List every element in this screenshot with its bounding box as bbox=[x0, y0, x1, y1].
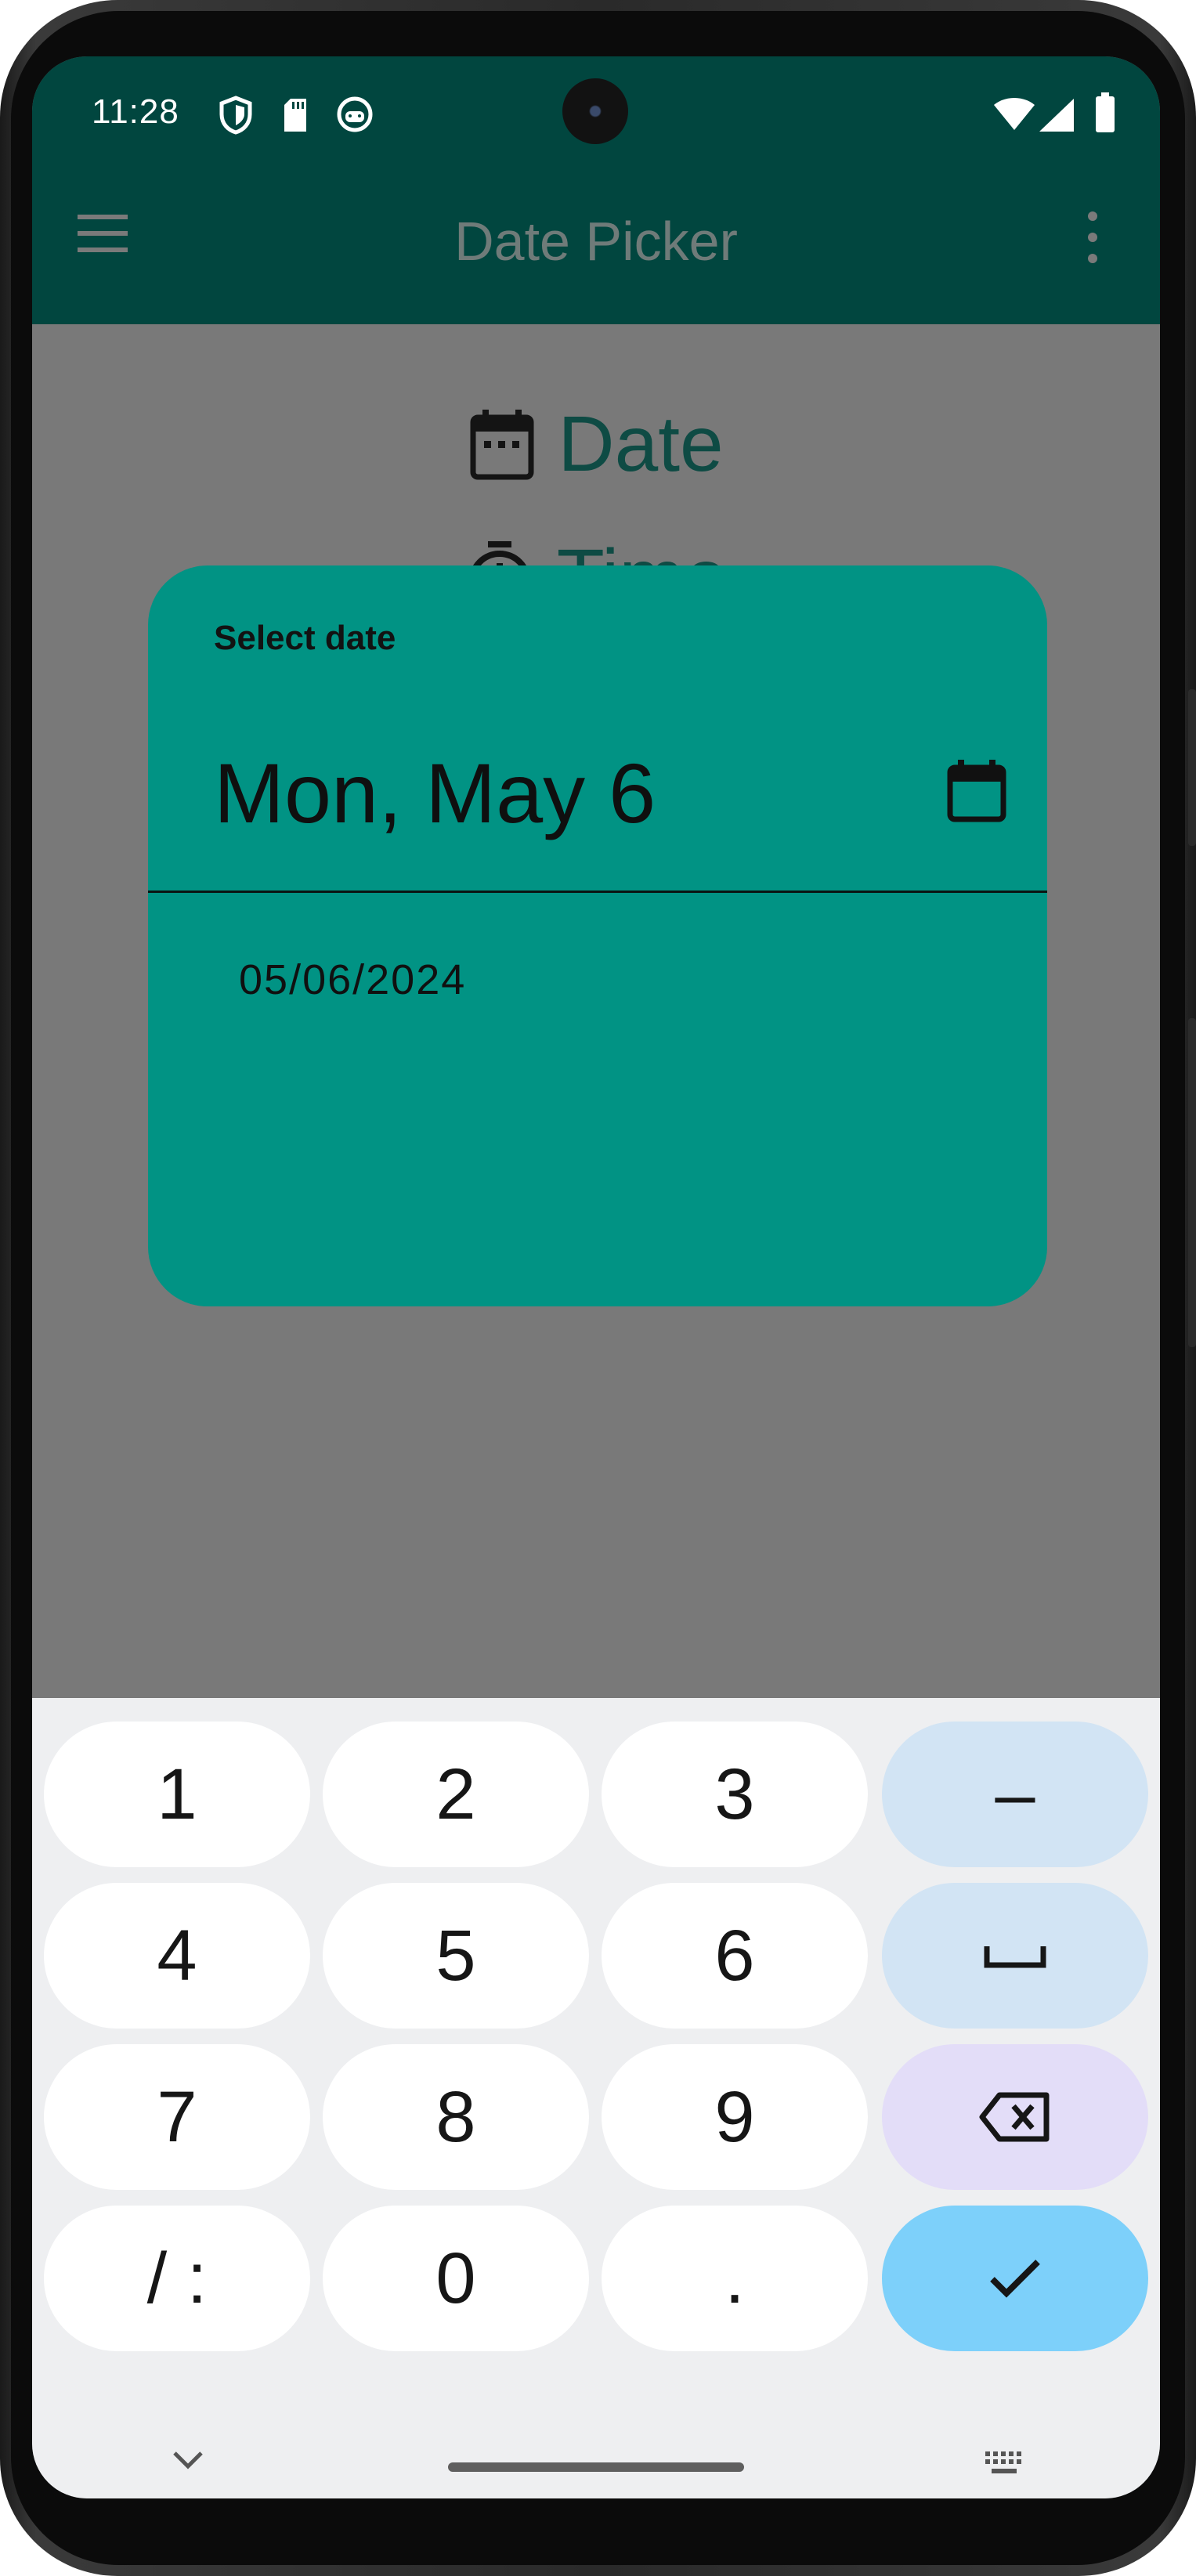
backspace-icon bbox=[979, 2092, 1050, 2142]
key-3[interactable]: 3 bbox=[602, 1722, 868, 1867]
date-label: Date bbox=[558, 399, 724, 488]
key-dash[interactable]: – bbox=[882, 1722, 1148, 1867]
more-options-button[interactable] bbox=[1082, 211, 1104, 263]
key-8[interactable]: 8 bbox=[323, 2044, 589, 2190]
screen: 11:28 Date Picker Date Select date Mon, … bbox=[32, 56, 1160, 2498]
date-picker-dialog: Select date Mon, May 6 05/06/2024 bbox=[148, 565, 1047, 1306]
app-title: Date Picker bbox=[454, 211, 738, 272]
keyboard-icon bbox=[985, 2451, 1021, 2473]
gesture-nav-handle[interactable] bbox=[448, 2462, 744, 2472]
date-input-field[interactable]: 05/06/2024 bbox=[239, 956, 466, 1004]
key-9[interactable]: 9 bbox=[602, 2044, 868, 2190]
key-7[interactable]: 7 bbox=[44, 2044, 310, 2190]
dialog-divider bbox=[148, 891, 1047, 893]
key-4[interactable]: 4 bbox=[44, 1883, 310, 2029]
key-0[interactable]: 0 bbox=[323, 2206, 589, 2351]
key-backspace[interactable] bbox=[882, 2044, 1148, 2190]
key-2[interactable]: 2 bbox=[323, 1722, 589, 1867]
hide-keyboard-button[interactable] bbox=[172, 2450, 204, 2474]
key-slash-colon[interactable]: / : bbox=[44, 2206, 310, 2351]
dialog-headline: Mon, May 6 bbox=[214, 746, 656, 840]
space-icon bbox=[984, 1946, 1046, 1968]
switch-keyboard-button[interactable] bbox=[984, 2450, 1028, 2482]
battery-icon bbox=[1096, 92, 1115, 132]
dialog-title: Select date bbox=[214, 619, 396, 657]
volume-button bbox=[1188, 1018, 1196, 1347]
key-done[interactable] bbox=[882, 2206, 1148, 2351]
more-vert-icon-dot bbox=[1088, 233, 1097, 242]
calendar-mode-toggle[interactable] bbox=[947, 760, 1006, 822]
check-icon bbox=[990, 2260, 1040, 2298]
phone-frame: 11:28 Date Picker Date Select date Mon, … bbox=[0, 0, 1196, 2576]
key-5[interactable]: 5 bbox=[323, 1883, 589, 2029]
app-bar: 11:28 Date Picker bbox=[32, 56, 1160, 324]
status-time: 11:28 bbox=[92, 92, 179, 131]
shield-icon bbox=[219, 96, 252, 135]
key-1[interactable]: 1 bbox=[44, 1722, 310, 1867]
calendar-icon bbox=[947, 760, 1006, 822]
key-period[interactable]: . bbox=[602, 2206, 868, 2351]
sd-card-icon bbox=[284, 99, 306, 132]
chevron-down-icon bbox=[173, 2451, 203, 2469]
more-vert-icon-dot bbox=[1088, 211, 1097, 221]
date-button[interactable]: Date bbox=[32, 393, 1160, 495]
key-6[interactable]: 6 bbox=[602, 1883, 868, 2029]
cell-signal-icon bbox=[1039, 99, 1074, 132]
wifi-icon bbox=[994, 98, 1035, 130]
key-space[interactable] bbox=[882, 1883, 1148, 2029]
calendar-icon bbox=[470, 410, 534, 480]
numeric-keyboard: 1 2 3 – 4 5 6 7 8 9 /: 0 . bbox=[32, 1698, 1160, 2498]
camera-cutout bbox=[562, 78, 628, 144]
power-button bbox=[1188, 689, 1196, 846]
more-vert-icon-dot bbox=[1088, 254, 1097, 263]
android-debug-icon bbox=[337, 96, 373, 132]
